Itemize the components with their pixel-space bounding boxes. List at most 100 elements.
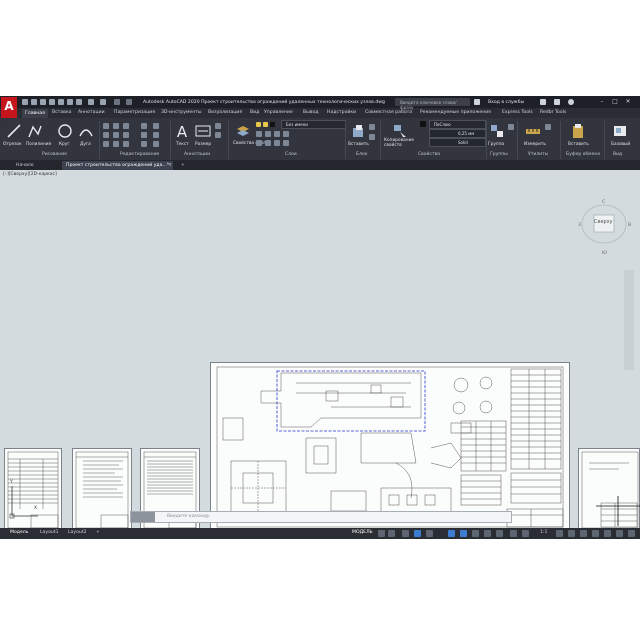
open-file-icon[interactable] [31, 99, 37, 105]
ortho-icon[interactable] [402, 530, 409, 537]
layer-match-icon[interactable] [265, 140, 271, 146]
quick-select-icon[interactable] [545, 124, 551, 130]
annotation-group-label[interactable]: Аннотации [184, 152, 210, 157]
dimension-tool-label[interactable]: Размер [195, 142, 211, 147]
command-line-buttons[interactable] [131, 512, 155, 522]
viewcube-face-label[interactable]: Сверху [594, 220, 613, 225]
redo-icon[interactable] [100, 99, 106, 105]
group-label[interactable]: Группа [488, 142, 504, 147]
tab-drawing[interactable]: Проект строительства ограждений уда...* [62, 161, 174, 170]
isolate-objects-icon[interactable] [604, 530, 611, 537]
tab-manage[interactable]: Управление [264, 110, 293, 115]
share-icon[interactable] [114, 99, 120, 105]
minimize-button[interactable]: – [598, 98, 606, 106]
insert-block-label[interactable]: Вставить [348, 142, 369, 147]
modify-group-label[interactable]: Редактирование [120, 152, 159, 157]
command-input[interactable]: Введите команду [167, 514, 210, 519]
layer-color-icon[interactable] [270, 122, 275, 127]
sign-in-button[interactable]: Вход в службы [488, 100, 524, 105]
compass-north[interactable]: С [602, 200, 605, 206]
command-line[interactable]: Введите команду [130, 511, 512, 523]
groups-group-label[interactable]: Группы [490, 152, 508, 157]
print-icon[interactable] [76, 99, 82, 105]
block-group-label[interactable]: Блок [356, 152, 367, 157]
paste-label[interactable]: Вставить [568, 142, 589, 147]
arc-tool-label[interactable]: Дуга [80, 142, 91, 147]
lineweight-icon[interactable] [472, 530, 479, 537]
tab-start[interactable]: Начало [12, 161, 38, 170]
selection-cycling-icon[interactable] [496, 530, 503, 537]
tab-parametric[interactable]: Параметризация [114, 110, 155, 115]
layer-lock-icon[interactable] [263, 122, 268, 127]
group-icon[interactable] [489, 123, 505, 139]
match-properties-label[interactable]: Копирование свойств [384, 138, 414, 148]
tab-express-tools[interactable]: Express Tools [502, 110, 533, 115]
new-file-icon[interactable] [22, 99, 28, 105]
line-tool-icon[interactable] [6, 123, 22, 139]
layer-properties-icon[interactable] [235, 123, 251, 139]
search-input[interactable]: Введите ключевое слово/фразу [395, 98, 470, 110]
tab-annotate[interactable]: Аннотации [78, 110, 105, 115]
create-block-icon[interactable] [369, 124, 375, 130]
insert-block-icon[interactable] [350, 123, 366, 139]
arc-tool-icon[interactable] [78, 123, 94, 139]
layers-group-label[interactable]: Слои [285, 152, 297, 157]
join-icon[interactable] [153, 132, 159, 138]
grid-icon[interactable] [378, 530, 385, 537]
offset-icon[interactable] [141, 141, 147, 147]
close-tab-icon[interactable]: ✕ [164, 161, 176, 170]
annotation-monitor-icon[interactable] [568, 530, 575, 537]
quick-properties-icon[interactable] [592, 530, 599, 537]
layer-dropdown[interactable]: Без имени [281, 120, 346, 129]
tab-visualize[interactable]: Визуализация [208, 110, 242, 115]
viewport-controls[interactable]: [–][Сверху][2D-каркас] [3, 172, 57, 177]
new-tab-icon[interactable]: + [177, 161, 189, 170]
measure-label[interactable]: Измерить [524, 142, 546, 147]
circle-tool-label[interactable]: Круг [59, 142, 70, 147]
draw-group-label[interactable]: Рисование [42, 152, 67, 157]
layer-state-icon[interactable] [256, 122, 261, 127]
clipboard-group-label[interactable]: Буфер обмена [566, 152, 600, 157]
dimension-tool-icon[interactable] [195, 123, 211, 139]
layer-make-current-icon[interactable] [256, 140, 262, 146]
tab-view[interactable]: Вид [250, 110, 259, 115]
maximize-button[interactable]: □ [611, 98, 619, 106]
line-tool-label[interactable]: Отрезок [3, 142, 22, 147]
transparency-icon[interactable] [484, 530, 491, 537]
compass-south[interactable]: Ю [602, 251, 607, 257]
explode-icon[interactable] [141, 132, 147, 138]
circle-tool-icon[interactable] [57, 123, 73, 139]
ungroup-icon[interactable] [508, 124, 514, 130]
navigation-bar[interactable] [624, 270, 634, 370]
clean-screen-icon[interactable] [616, 530, 623, 537]
text-tool-icon[interactable]: A [174, 123, 190, 139]
units-icon[interactable] [580, 530, 587, 537]
color-swatch-icon[interactable] [420, 121, 426, 127]
polyline-tool-label[interactable]: Полилиния [26, 142, 51, 147]
model-space-toggle[interactable]: МОДЕЛЬ [352, 530, 373, 535]
color-dropdown[interactable]: ПоСлою [429, 120, 486, 129]
paste-icon[interactable] [570, 123, 586, 139]
compass-west[interactable]: З [578, 223, 581, 229]
trim-icon[interactable] [123, 123, 129, 129]
autodesk-a360-icon[interactable] [554, 99, 560, 105]
tab-model[interactable]: Модель [10, 530, 28, 535]
web-icon[interactable] [58, 99, 64, 105]
linetype-dropdown[interactable]: Solid [429, 138, 486, 147]
annotation-visibility-icon[interactable] [510, 530, 517, 537]
tab-redbr-tools[interactable]: Redbr Tools [540, 110, 566, 115]
upload-icon[interactable] [67, 99, 73, 105]
tab-output[interactable]: Вывод [303, 110, 318, 115]
stretch-icon[interactable] [103, 141, 109, 147]
help-icon[interactable] [568, 99, 574, 105]
base-view-label[interactable]: Базовый [611, 142, 630, 147]
lineweight-dropdown[interactable]: 0,25 мм [429, 129, 486, 138]
tab-collaborate[interactable]: Совместная работа [365, 110, 412, 115]
tab-home[interactable]: Главная [22, 109, 48, 118]
move-icon[interactable] [103, 123, 109, 129]
mirror-icon[interactable] [113, 132, 119, 138]
binoculars-icon[interactable] [474, 99, 480, 105]
copy-icon[interactable] [103, 132, 109, 138]
tab-layout2[interactable]: Layout2 [68, 530, 87, 535]
save-icon[interactable] [40, 99, 46, 105]
